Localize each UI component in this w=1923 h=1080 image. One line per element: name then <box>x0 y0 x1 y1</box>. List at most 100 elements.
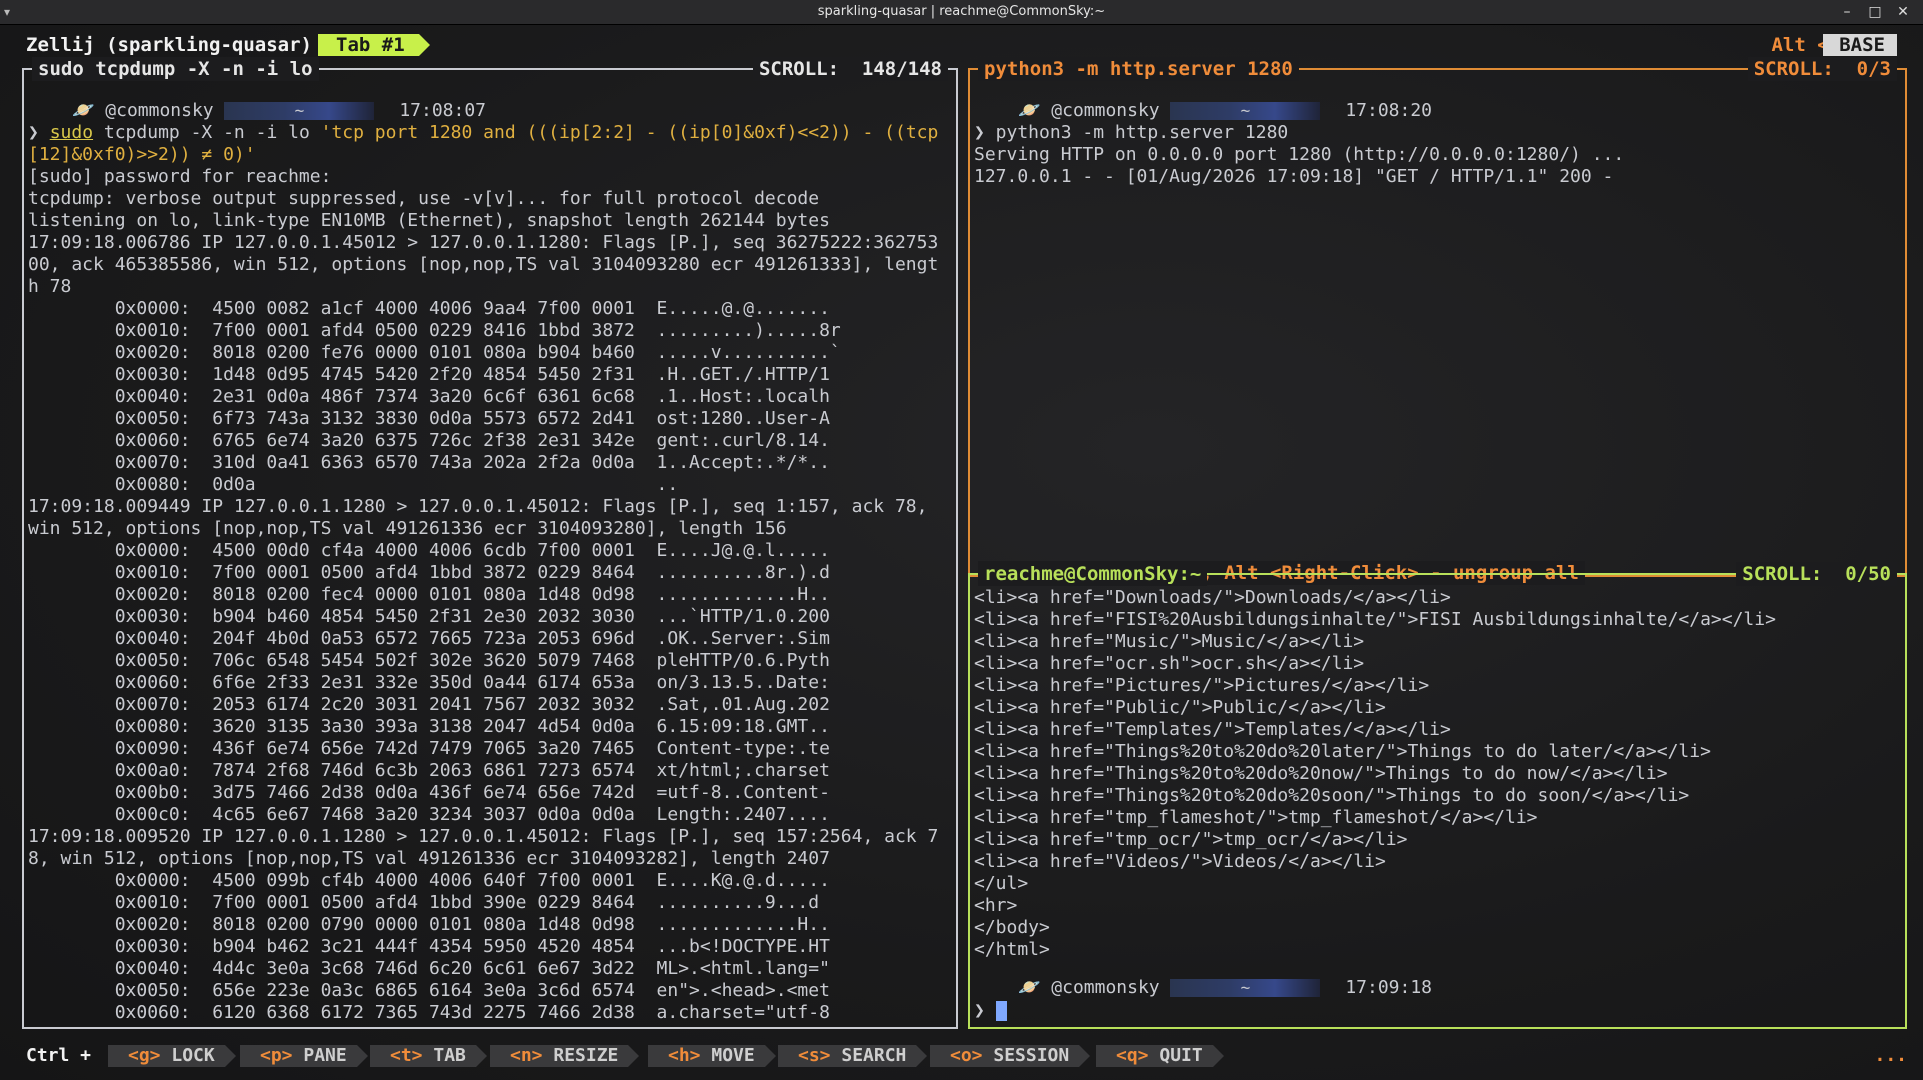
output-line: 0x00c0: 4c65 6e67 7468 3a20 3234 3037 0d… <box>28 804 830 825</box>
output-line: 0x0070: 2053 6174 2c20 3031 2041 7567 20… <box>28 694 830 715</box>
output-line: 17:09:18.009520 IP 127.0.0.1.1280 > 127.… <box>28 826 939 847</box>
pane-scroll-indicator: SCROLL: 148/148 <box>752 57 948 81</box>
maximize-icon[interactable]: □ <box>1863 0 1887 24</box>
status-bar: Ctrl + <g> LOCK <p> PANE <t> TAB <n> RES… <box>0 1043 1923 1069</box>
shell-prompt: 🪐 @commonsky ~ 17:09:18 <box>1018 978 1432 998</box>
output-line: <li><a href="Things%20to%20do%20now/">Th… <box>974 763 1668 784</box>
output-line: 0x0050: 6f73 743a 3132 3830 0d0a 5573 65… <box>28 408 830 429</box>
prompt-dir: ~ <box>1170 979 1321 997</box>
output-line: 127.0.0.1 - - [01/Aug/2026 17:09:18] "GE… <box>974 166 1614 187</box>
output-line: <li><a href="Things%20to%20do%20soon/">T… <box>974 785 1690 806</box>
window-titlebar: ▾ sparkling-quasar | reachme@CommonSky:~… <box>0 0 1923 25</box>
tcpdump-output: [sudo] password for reachme: tcpdump: ver… <box>28 166 938 1024</box>
output-line: <li><a href="Templates/">Templates/</a><… <box>974 719 1451 740</box>
output-line: 0x0050: 656e 223e 0a3c 6865 6164 3e0a 3c… <box>28 980 830 1001</box>
tab-bar: Zellij (sparkling-quasar) Tab #1 Alt <[]… <box>0 33 1923 57</box>
output-line: <li><a href="ocr.sh">ocr.sh</a></li> <box>974 653 1365 674</box>
key-quit[interactable]: <q> QUIT <box>1096 1045 1224 1067</box>
pane-scroll-indicator: SCROLL: 0/50 <box>1736 562 1897 586</box>
session-name: Zellij (sparkling-quasar) <box>26 34 312 56</box>
prompt-user: @commonsky <box>1051 100 1160 121</box>
output-line: 0x0020: 8018 0200 fec4 0000 0101 080a 1d… <box>28 584 830 605</box>
output-line: 0x0080: 3620 3135 3a30 393a 3138 2047 4d… <box>28 716 830 737</box>
output-line: 0x00b0: 3d75 7466 2d38 0d0a 436f 6e74 65… <box>28 782 830 803</box>
output-line: 0x0030: 1d48 0d95 4745 5420 2f20 4854 54… <box>28 364 830 385</box>
output-line: Serving HTTP on 0.0.0.0 port 1280 (http:… <box>974 144 1625 165</box>
prompt-dir: ~ <box>1170 102 1321 120</box>
key-lock[interactable]: <g> LOCK <box>108 1045 236 1067</box>
prompt-dir: ~ <box>224 102 375 120</box>
prompt-time: 17:09:18 <box>1345 977 1433 998</box>
command-text: tcpdump -X -n -i lo <box>93 122 321 143</box>
pane-title: sudo tcpdump -X -n -i lo <box>32 57 319 81</box>
output-line: 8, win 512, options [nop,nop,TS val 4912… <box>28 848 830 869</box>
output-line: <li><a href="Things%20to%20do%20later/">… <box>974 741 1711 762</box>
output-line: win 512, options [nop,nop,TS val 4912613… <box>28 518 787 539</box>
output-line: 0x0030: b904 b462 3c21 444f 4354 5950 45… <box>28 936 830 957</box>
output-line: <li><a href="FISI%20Ausbildungsinhalte/"… <box>974 609 1776 630</box>
pane-http-server[interactable]: python3 -m http.server 1280 SCROLL: 0/3 … <box>968 57 1907 585</box>
shell-prompt: 🪐 @commonsky ~ 17:08:07 <box>72 101 486 121</box>
output-line: 0x0060: 6765 6e74 3a20 6375 726c 2f38 2e… <box>28 430 830 451</box>
command-input[interactable]: ❯ <box>974 1001 1007 1021</box>
minimize-icon[interactable]: – <box>1835 0 1859 24</box>
input-caret: ❯ <box>974 1000 996 1021</box>
planet-icon: 🪐 <box>72 100 95 121</box>
pane-title: python3 -m http.server 1280 <box>978 57 1299 81</box>
output-line: <li><a href="tmp_flameshot/">tmp_flamesh… <box>974 807 1538 828</box>
output-line: 0x0000: 4500 099b cf4b 4000 4006 640f 7f… <box>28 870 830 891</box>
key-pane[interactable]: <p> PANE <box>240 1045 368 1067</box>
window-menu-icon[interactable]: ▾ <box>4 0 10 24</box>
planet-icon: 🪐 <box>1018 100 1041 121</box>
key-move[interactable]: <h> MOVE <box>648 1045 776 1067</box>
ctrl-label: Ctrl + <box>26 1045 92 1066</box>
command-caret: ❯ <box>28 122 50 143</box>
output-line: </html> <box>974 939 1050 960</box>
output-line: 0x0030: b904 b460 4854 5450 2f31 2e30 20… <box>28 606 830 627</box>
output-line: 0x0050: 706c 6548 5454 502f 302e 3620 50… <box>28 650 830 671</box>
output-line: 0x0080: 0d0a .. <box>28 474 679 495</box>
pane-title: reachme@CommonSky:~ <box>978 562 1208 586</box>
output-line: ❯ python3 -m http.server 1280 <box>974 122 1289 143</box>
terminal-screen: Zellij (sparkling-quasar) Tab #1 Alt <[]… <box>0 25 1923 1080</box>
output-line: <hr> <box>974 895 1018 916</box>
prompt-user: @commonsky <box>105 100 214 121</box>
pane-shell[interactable]: reachme@CommonSky:~ SCROLL: 0/50 <li><a … <box>968 562 1907 1029</box>
key-tab[interactable]: <t> TAB <box>370 1045 487 1067</box>
output-line: 0x0060: 6f6e 2f33 2e31 332e 350d 0a44 61… <box>28 672 830 693</box>
output-line: 0x0020: 8018 0200 0790 0000 0101 080a 1d… <box>28 914 830 935</box>
output-line: <li><a href="Music/">Music/</a></li> <box>974 631 1365 652</box>
output-line: <li><a href="Videos/">Videos/</a></li> <box>974 851 1386 872</box>
output-line: 0x0040: 4d4c 3e0a 3c68 746d 6c20 6c61 6e… <box>28 958 830 979</box>
output-line: 00, ack 465385586, win 512, options [nop… <box>28 254 939 275</box>
output-line: 0x0010: 7f00 0001 0500 afd4 1bbd 3872 02… <box>28 562 830 583</box>
pane-scroll-indicator: SCROLL: 0/3 <box>1747 57 1897 81</box>
output-line: <li><a href="tmp_ocr/">tmp_ocr/</a></li> <box>974 829 1408 850</box>
planet-icon: 🪐 <box>1018 977 1041 998</box>
output-line: </body> <box>974 917 1050 938</box>
output-line: <li><a href="Pictures/">Pictures/</a></l… <box>974 675 1430 696</box>
output-line: </ul> <box>974 873 1029 894</box>
output-line: 0x0040: 2e31 0d0a 486f 7374 3a20 6c6f 63… <box>28 386 830 407</box>
pane-output: ❯ python3 -m http.server 1280 Serving HTT… <box>974 122 1624 188</box>
output-line: 0x0090: 436f 6e74 656e 742d 7479 7065 3a… <box>28 738 830 759</box>
output-line: 0x0000: 4500 00d0 cf4a 4000 4006 6cdb 7f… <box>28 540 830 561</box>
output-line: <li><a href="Public/">Public/</a></li> <box>974 697 1386 718</box>
command-filter-cont: [12]&0xf0)>>2)) ≠ 0)' <box>28 144 256 165</box>
output-line: 17:09:18.009449 IP 127.0.0.1.1280 > 127.… <box>28 496 928 517</box>
close-icon[interactable]: ✕ <box>1891 0 1915 24</box>
output-line: 0x0000: 4500 0082 a1cf 4000 4006 9aa4 7f… <box>28 298 830 319</box>
text-cursor <box>995 1001 1007 1021</box>
prompt-time: 17:08:20 <box>1345 100 1433 121</box>
tab-1[interactable]: Tab #1 <box>318 34 430 56</box>
output-line: 0x0010: 7f00 0001 afd4 0500 0229 8416 1b… <box>28 320 841 341</box>
key-search[interactable]: <s> SEARCH <box>778 1045 928 1067</box>
output-line: listening on lo, link-type EN10MB (Ether… <box>28 210 830 231</box>
key-resize[interactable]: <n> RESIZE <box>490 1045 640 1067</box>
output-line: 0x0070: 310d 0a41 6363 6570 743a 202a 2f… <box>28 452 830 473</box>
output-line: 17:09:18.006786 IP 127.0.0.1.45012 > 127… <box>28 232 939 253</box>
pane-output: ❯ sudo tcpdump -X -n -i lo 'tcp port 128… <box>28 122 938 1024</box>
prompt-user: @commonsky <box>1051 977 1160 998</box>
key-session[interactable]: <o> SESSION <box>930 1045 1091 1067</box>
pane-tcpdump[interactable]: sudo tcpdump -X -n -i lo SCROLL: 148/148… <box>22 57 958 1029</box>
